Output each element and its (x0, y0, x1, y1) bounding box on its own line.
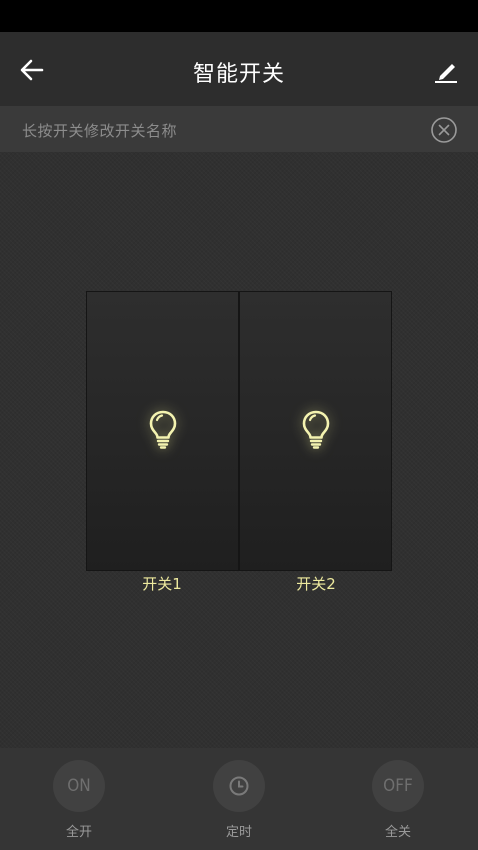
hint-text: 长按开关修改开关名称 (22, 122, 178, 140)
clock-icon (229, 776, 249, 796)
lightbulb-icon (302, 410, 329, 449)
close-circle-icon[interactable] (430, 116, 458, 144)
switch-1-label[interactable]: 开关1 (86, 573, 238, 594)
lightbulb-icon (149, 410, 176, 449)
switch-1-bulb (148, 409, 178, 453)
hint-bar: 长按开关修改开关名称 (0, 106, 478, 152)
switch-2-label[interactable]: 开关2 (240, 573, 392, 594)
edit-button[interactable] (428, 52, 464, 88)
all-on-label: 全开 (65, 825, 92, 840)
switch-1-button[interactable] (87, 292, 238, 570)
all-off-icon[interactable]: OFF (372, 760, 424, 812)
pencil-icon (435, 64, 457, 83)
all-off-button[interactable]: OFF 全关 (358, 760, 438, 840)
page-title: 智能开关 (192, 62, 285, 87)
switch-2-button[interactable] (240, 292, 391, 570)
timer-button[interactable]: 定时 (199, 760, 279, 840)
all-off-label: 全关 (384, 825, 411, 840)
all-on-icon[interactable]: ON (53, 760, 105, 812)
switch-2-bulb (301, 409, 331, 453)
top-bar: 智能开关 (0, 32, 478, 106)
timer-label: 定时 (225, 825, 252, 840)
all-on-button[interactable]: ON 全开 (39, 760, 119, 840)
switch-panel (86, 291, 392, 571)
timer-circle[interactable] (213, 760, 265, 812)
bottom-action-bar: ON 全开 定时 OFF 全关 (0, 748, 478, 850)
status-bar (0, 0, 478, 32)
